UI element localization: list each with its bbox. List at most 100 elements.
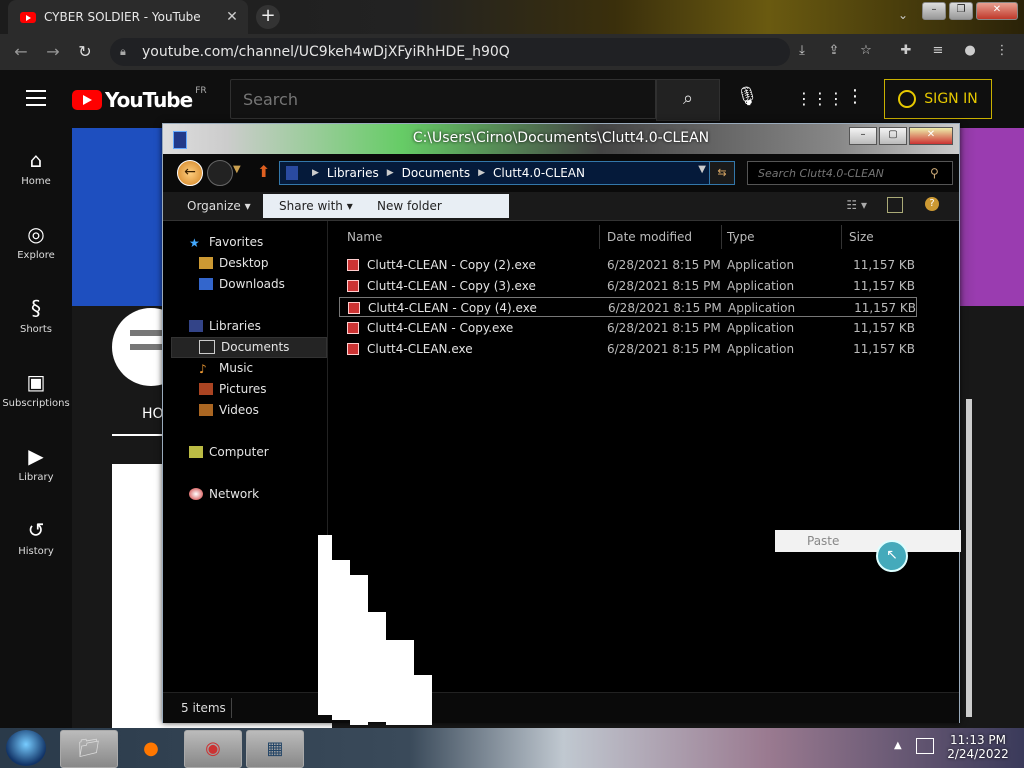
explorer-close-button[interactable]: ✕ — [909, 127, 953, 145]
youtube-logo[interactable]: YouTube FR — [72, 86, 207, 112]
file-row[interactable]: Clutt4-CLEAN - Copy.exe 6/28/2021 8:15 P… — [339, 318, 917, 338]
address-bar[interactable]: 🔒︎ youtube.com/channel/UC9keh4wDjXFyiRhH… — [110, 38, 790, 66]
youtube-logo-icon — [72, 90, 102, 110]
tab-close-icon[interactable]: ✕ — [222, 9, 242, 25]
column-divider[interactable] — [841, 225, 842, 249]
search-icon[interactable]: ⚲ — [930, 166, 939, 180]
change-view-icon[interactable]: ☷ ▾ — [846, 198, 867, 212]
nav-item-videos[interactable]: Videos — [199, 403, 259, 417]
search-icon[interactable]: ⌕ — [656, 79, 720, 121]
star-icon[interactable]: ☆ — [856, 43, 876, 58]
column-header-name[interactable]: Name — [347, 230, 382, 244]
organize-button[interactable]: Organize ▾ — [187, 199, 251, 213]
menu-icon[interactable]: ⋮ — [992, 43, 1012, 58]
sidebar-item-library[interactable]: ▶ Library — [0, 444, 72, 483]
refresh-icon[interactable]: ⇆ — [709, 162, 734, 184]
sidebar-item-history[interactable]: ↺ History — [0, 518, 72, 557]
youtube-search-box[interactable] — [230, 79, 656, 119]
minimize-button[interactable]: – — [922, 2, 946, 20]
nav-item-network[interactable]: Network — [189, 487, 259, 501]
file-row[interactable]: Clutt4-CLEAN.exe 6/28/2021 8:15 PM Appli… — [339, 339, 917, 359]
close-button[interactable]: ✕ — [976, 2, 1018, 20]
system-clock[interactable]: 11:13 PM 2/24/2022 — [940, 733, 1016, 761]
taskbar-taskmanager-button[interactable]: ▦ — [246, 730, 304, 768]
new-folder-button[interactable]: New folder — [377, 199, 442, 213]
scrollbar[interactable] — [966, 399, 972, 717]
nav-item-libraries[interactable]: Libraries — [189, 319, 261, 333]
nav-item-computer[interactable]: Computer — [189, 445, 269, 459]
folder-icon: 📁︎ — [77, 738, 101, 759]
explorer-forward-icon[interactable] — [207, 160, 233, 186]
address-dropdown-icon[interactable]: ▼ — [698, 164, 706, 175]
sign-in-button[interactable]: SIGN IN — [884, 79, 992, 119]
file-row[interactable]: Clutt4-CLEAN - Copy (2).exe 6/28/2021 8:… — [339, 255, 917, 275]
extensions-icon[interactable]: ✚ — [896, 43, 916, 58]
network-tray-icon[interactable] — [916, 738, 934, 754]
download-icon[interactable]: ⤓ — [792, 43, 812, 58]
maximize-button[interactable]: ❐ — [949, 2, 973, 20]
breadcrumb-documents[interactable]: Documents — [402, 166, 470, 180]
share-with-button[interactable]: Share with ▾ — [279, 199, 353, 213]
back-icon[interactable]: ← — [10, 42, 32, 61]
nav-item-music[interactable]: ♪ Music — [199, 361, 253, 376]
hamburger-menu-icon[interactable] — [26, 90, 46, 111]
file-row-selected[interactable]: Clutt4-CLEAN - Copy (4).exe 6/28/2021 8:… — [339, 297, 917, 317]
breadcrumb-separator-icon[interactable]: ▶ — [312, 168, 319, 178]
taskbar-explorer-button[interactable]: 📁︎ — [60, 730, 118, 768]
sidebar-item-subscriptions[interactable]: ▣ Subscriptions — [0, 370, 72, 409]
nav-item-documents[interactable]: Documents — [199, 340, 289, 354]
sidebar-item-shorts[interactable]: § Shorts — [0, 296, 72, 335]
explorer-address-bar[interactable]: ▶ Libraries ▶ Documents ▶ Clutt4.0-CLEAN… — [279, 161, 735, 185]
explorer-search-input[interactable] — [756, 165, 930, 181]
breadcrumb-libraries[interactable]: Libraries — [327, 166, 379, 180]
more-options-icon[interactable]: ⋮ — [846, 86, 864, 107]
breadcrumb-separator-icon[interactable]: ▶ — [478, 168, 485, 178]
forward-icon[interactable]: → — [42, 42, 64, 61]
explorer-back-icon[interactable]: ← — [177, 160, 203, 186]
exe-file-icon — [347, 259, 359, 271]
taskbar-firefox-button[interactable]: ● — [122, 730, 180, 768]
show-hidden-icons[interactable]: ▲ — [894, 740, 902, 751]
preview-pane-icon[interactable] — [887, 197, 903, 213]
tab-search-chevron-icon[interactable]: ⌄ — [898, 8, 908, 22]
taskbar-chrome-button[interactable]: ◉ — [184, 730, 242, 768]
recent-pages-chevron-icon[interactable]: ▼ — [233, 164, 241, 175]
sidebar-label: Home — [21, 176, 51, 187]
new-tab-button[interactable]: + — [256, 5, 280, 29]
explorer-title-bar[interactable]: C:\Users\Cirno\Documents\Clutt4.0-CLEAN … — [163, 124, 959, 154]
file-type: Application — [727, 321, 795, 335]
column-divider[interactable] — [599, 225, 600, 249]
sidebar-item-explore[interactable]: ◎ Explore — [0, 222, 72, 261]
nav-item-favorites[interactable]: ★ Favorites — [189, 235, 264, 250]
column-divider[interactable] — [721, 225, 722, 249]
explorer-search-box[interactable]: ⚲ — [747, 161, 953, 185]
column-header-type[interactable]: Type — [727, 230, 755, 244]
breadcrumb-separator-icon[interactable]: ▶ — [387, 168, 394, 178]
share-icon[interactable]: ⇪ — [824, 43, 844, 58]
breadcrumb-current[interactable]: Clutt4.0-CLEAN — [493, 166, 585, 180]
playlist-icon[interactable]: ≡ — [928, 43, 948, 58]
file-name: Clutt4-CLEAN.exe — [367, 342, 473, 356]
nav-item-downloads[interactable]: Downloads — [199, 277, 285, 291]
tab-home[interactable]: HO — [142, 406, 164, 422]
nav-item-pictures[interactable]: Pictures — [199, 382, 267, 396]
explorer-maximize-button[interactable]: ▢ — [879, 127, 907, 145]
profile-icon[interactable]: ● — [960, 43, 980, 58]
context-menu-paste[interactable]: Paste — [807, 534, 839, 548]
reload-icon[interactable]: ↻ — [74, 42, 96, 61]
up-arrow-icon[interactable]: ⬆ — [257, 162, 270, 181]
help-icon[interactable]: ? — [925, 197, 939, 211]
browser-tab[interactable]: CYBER SOLDIER - YouTube ✕ — [8, 0, 248, 34]
sidebar-item-home[interactable]: ⌂ Home — [0, 148, 72, 187]
column-header-size[interactable]: Size — [849, 230, 874, 244]
column-header-date[interactable]: Date modified — [607, 230, 692, 244]
nav-item-desktop[interactable]: Desktop — [199, 256, 269, 270]
microphone-icon[interactable]: 🎙︎ — [734, 86, 760, 112]
start-button[interactable] — [6, 730, 46, 766]
apps-grid-icon[interactable]: ⋮⋮⋮ — [796, 89, 844, 108]
file-row[interactable]: Clutt4-CLEAN - Copy (3).exe 6/28/2021 8:… — [339, 276, 917, 296]
explorer-minimize-button[interactable]: – — [849, 127, 877, 145]
youtube-search-input[interactable] — [241, 89, 625, 110]
task-manager-icon: ▦ — [266, 738, 284, 759]
nav-label: Favorites — [209, 235, 264, 249]
